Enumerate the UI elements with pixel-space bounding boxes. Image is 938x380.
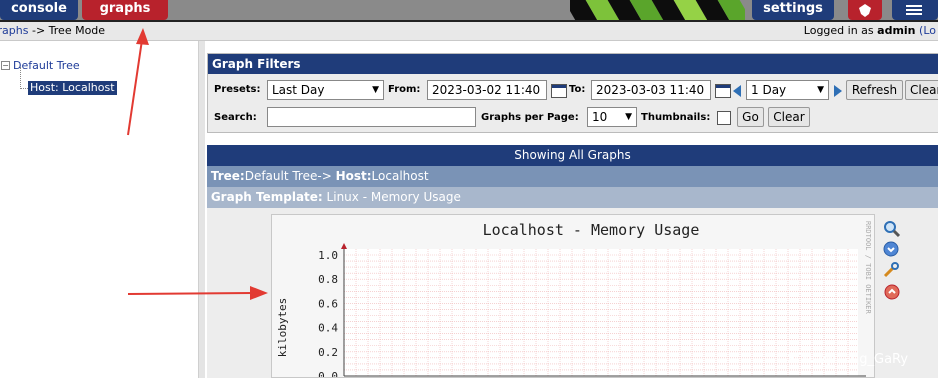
wrench-icon[interactable] <box>883 262 901 278</box>
info-icon[interactable] <box>883 241 899 257</box>
tree-value: Default Tree-> <box>244 169 332 183</box>
from-input[interactable]: 2023-03-02 11:40 <box>427 80 547 100</box>
logout-link[interactable]: (Lo <box>919 24 936 37</box>
timespan-select[interactable]: 1 Day ▼ <box>746 80 829 100</box>
breadcrumb-separator: -> <box>31 24 46 37</box>
refresh-button[interactable]: Refresh <box>846 80 903 100</box>
showing-graphs-header: Showing All Graphs <box>207 145 938 166</box>
search-input[interactable] <box>267 107 476 127</box>
from-label: From: <box>388 84 421 95</box>
graphs-per-page-value: 10 <box>592 110 608 124</box>
calendar-icon[interactable] <box>551 84 567 98</box>
chevron-down-icon: ▼ <box>372 85 379 95</box>
search-label: Search: <box>214 112 257 123</box>
breadcrumb-current: Tree Mode <box>48 24 106 37</box>
y-axis-label: kilobytes <box>276 298 289 358</box>
delete-icon[interactable] <box>884 284 900 300</box>
menu-button[interactable] <box>892 0 938 20</box>
y-tick-label: 0.8 <box>318 273 338 286</box>
to-input[interactable]: 2023-03-03 11:40 <box>591 80 711 100</box>
tab-graphs[interactable]: graphs <box>82 0 168 20</box>
thumbnails-checkbox[interactable] <box>717 111 731 125</box>
login-status: Logged in as admin (Lo <box>804 22 936 40</box>
to-label: To: <box>569 84 586 95</box>
tree-connector <box>20 88 28 89</box>
y-tick-label: 0.2 <box>318 346 338 359</box>
chevron-down-icon: ▼ <box>817 85 824 95</box>
watermark: CSDN @Liang_GaRy <box>778 352 909 367</box>
host-label: Host: <box>335 169 372 183</box>
timespan-value: 1 Day <box>751 83 787 97</box>
breadcrumb: Graphs -> Tree Mode Logged in as admin (… <box>0 22 938 41</box>
banner-graphic <box>570 0 745 20</box>
y-tick-label: 0.0 <box>318 370 338 377</box>
tree-item-default-tree[interactable]: Default Tree <box>13 59 80 72</box>
tree-host-header: Tree:Default Tree-> Host:Localhost <box>207 166 938 187</box>
rrdtool-credit: RRDTOOL / TOBI OETIKER <box>864 221 872 315</box>
presets-value: Last Day <box>272 83 325 97</box>
y-axis-arrow <box>341 243 347 249</box>
shift-left-icon[interactable] <box>733 85 741 97</box>
breadcrumb-graphs-link[interactable]: Graphs <box>0 24 28 37</box>
y-tick-label: 0.6 <box>318 297 338 310</box>
chart-title: Localhost - Memory Usage <box>483 221 700 239</box>
tree-label: Tree: <box>210 169 245 183</box>
login-prefix: Logged in as <box>803 24 874 37</box>
top-nav-bar: console graphs settings <box>0 0 938 20</box>
shift-right-icon[interactable] <box>834 85 842 97</box>
clear-button-top[interactable]: Clear <box>905 80 938 100</box>
graph-template-header: Graph Template: Linux - Memory Usage <box>207 187 938 208</box>
user-menu-button[interactable] <box>848 0 882 20</box>
chevron-down-icon: ▼ <box>625 112 632 122</box>
y-tick-label: 1.0 <box>318 249 338 262</box>
menu-icon <box>906 5 922 15</box>
template-label: Graph Template: <box>210 190 323 204</box>
presets-label: Presets: <box>214 84 261 95</box>
graphs-per-page-label: Graphs per Page: <box>481 112 579 123</box>
calendar-icon[interactable] <box>715 84 731 98</box>
graph-tree: − Default Tree Host: Localhost <box>0 41 198 378</box>
go-button[interactable]: Go <box>737 107 764 127</box>
tree-item-localhost[interactable]: Host: Localhost <box>28 81 117 95</box>
template-value: Linux - Memory Usage <box>326 190 461 204</box>
graphs-per-page-select[interactable]: 10 ▼ <box>587 107 637 127</box>
clear-button[interactable]: Clear <box>768 107 810 127</box>
presets-select[interactable]: Last Day ▼ <box>267 80 384 100</box>
thumbnails-label: Thumbnails: <box>641 112 711 123</box>
tab-console[interactable]: console <box>0 0 78 20</box>
graph-filters-panel: Graph Filters Presets: Last Day ▼ From: 2… <box>207 53 938 133</box>
pane-splitter[interactable] <box>198 41 205 378</box>
host-value: Localhost <box>371 169 429 183</box>
tab-settings[interactable]: settings <box>752 0 834 20</box>
tree-collapse-icon[interactable]: − <box>1 61 10 70</box>
graph-filters-title: Graph Filters <box>208 54 938 74</box>
shield-icon <box>859 4 871 17</box>
zoom-icon[interactable] <box>883 220 901 238</box>
y-tick-label: 0.4 <box>318 322 338 335</box>
login-user: admin <box>877 24 916 37</box>
